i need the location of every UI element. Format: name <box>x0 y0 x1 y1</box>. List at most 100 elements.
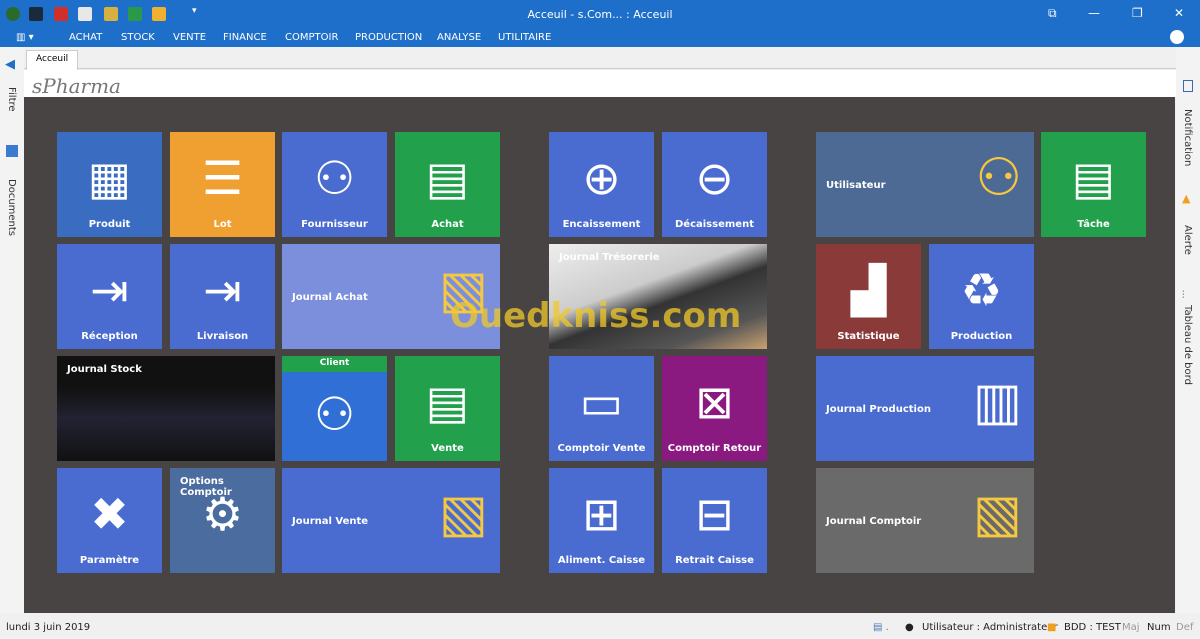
tile-vente[interactable]: ▤ Vente <box>395 356 500 461</box>
menu-comptoir[interactable]: COMPTOIR <box>285 32 338 43</box>
dashboard-icon[interactable]: ⫶ <box>1182 290 1185 301</box>
right-panel: Notification ▲ Alerte ⫶ Tableau de bord <box>1176 47 1200 613</box>
menu-bar: ▥ ▾ ACHAT STOCK VENTE FINANCE COMPTOIR P… <box>0 29 1200 47</box>
tile-statistique[interactable]: ▟ Statistique <box>816 244 921 349</box>
panel-tableau-de-bord[interactable]: Tableau de bord <box>1182 305 1193 385</box>
panel-alerte[interactable]: Alerte <box>1182 225 1193 255</box>
notification-icon[interactable] <box>1183 80 1193 92</box>
tile-icon: ▧ <box>438 484 488 545</box>
tile-client[interactable]: Client ⚇ <box>282 356 387 461</box>
tile-label: Comptoir Retour <box>667 443 762 454</box>
status-db: BDD : TEST <box>1064 622 1121 633</box>
tile-label: Encaissement <box>562 219 641 230</box>
window-close-icon[interactable]: ✕ <box>1174 6 1184 20</box>
title-bar: ▾ Acceuil - s.Com... : Acceuil ⧉ — ❐ ✕ <box>0 0 1200 29</box>
tile-icon: ▟ <box>850 263 887 318</box>
tile-journal-stock[interactable]: Journal Stock <box>57 356 275 461</box>
tile-label: Achat <box>431 219 464 230</box>
layout-menu-icon[interactable]: ▥ ▾ <box>16 32 34 43</box>
tile-label: Production <box>950 331 1013 342</box>
menu-achat[interactable]: ACHAT <box>69 32 102 43</box>
alert-icon[interactable]: ▲ <box>1182 192 1190 205</box>
tile-fournisseur[interactable]: ⚇ Fournisseur <box>282 132 387 237</box>
tile-icon: ▤ <box>1071 151 1116 206</box>
messages-icon[interactable]: ▤ . <box>873 622 889 633</box>
left-panel: ◀ Filtre Documents <box>0 47 24 613</box>
tile-label: Aliment. Caisse <box>557 555 646 566</box>
window-title: Acceuil - s.Com... : Acceuil <box>527 8 673 21</box>
tile-comptoir-retour[interactable]: ⊠ Comptoir Retour <box>662 356 767 461</box>
tile-journal-trésorerie[interactable]: Journal Trésorerie <box>549 244 767 349</box>
tile-journal-vente[interactable]: ▧ Journal Vente <box>282 468 500 573</box>
tile-lot[interactable]: ☰ Lot <box>170 132 275 237</box>
restore-ribbon-icon[interactable]: ⧉ <box>1048 6 1057 21</box>
tile-label: Utilisateur <box>826 180 886 191</box>
tile-icon: ▤ <box>425 375 470 430</box>
menu-finance[interactable]: FINANCE <box>223 32 267 43</box>
menu-stock[interactable]: STOCK <box>121 32 155 43</box>
tile-réception[interactable]: ⇥ Réception <box>57 244 162 349</box>
tile-journal-achat[interactable]: ▧ Journal Achat <box>282 244 500 349</box>
tile-label: Tâche <box>1077 219 1110 230</box>
status-date: lundi 3 juin 2019 <box>6 622 91 633</box>
panel-filtre[interactable]: Filtre <box>6 87 17 112</box>
filter-icon[interactable]: ◀ <box>5 57 15 72</box>
tile-icon: ⇥ <box>90 263 129 318</box>
menu-utilitaire[interactable]: UTILITAIRE <box>498 32 551 43</box>
maximize-icon[interactable]: ❐ <box>1132 6 1143 20</box>
tab-acceuil[interactable]: Acceuil <box>26 50 79 70</box>
tile-utilisateur[interactable]: ⚇ Utilisateur <box>816 132 1034 237</box>
tile-icon: ⇥ <box>203 263 242 318</box>
panel-notification[interactable]: Notification <box>1182 109 1193 166</box>
panel-documents[interactable]: Documents <box>6 179 17 236</box>
tile-production[interactable]: ♻ Production <box>929 244 1034 349</box>
tile-journal-comptoir[interactable]: ▧ Journal Comptoir <box>816 468 1034 573</box>
menu-production[interactable]: PRODUCTION <box>355 32 422 43</box>
tile-label: Journal Stock <box>67 364 142 375</box>
tile-icon: ☰ <box>201 151 244 206</box>
user-icon: ● <box>905 622 914 633</box>
tile-achat[interactable]: ▤ Achat <box>395 132 500 237</box>
status-bar: lundi 3 juin 2019 ▤ . ● Utilisateur : Ad… <box>0 613 1200 639</box>
tile-icon: ♻ <box>960 263 1003 318</box>
tile-label: Fournisseur <box>301 219 368 230</box>
tile-produit[interactable]: ▦ Produit <box>57 132 162 237</box>
tile-label: Réception <box>81 331 138 342</box>
user-avatar[interactable] <box>1170 30 1184 44</box>
tile-label: Décaissement <box>675 219 754 230</box>
status-maj: Maj <box>1122 622 1140 633</box>
tile-icon: ⊟ <box>695 487 734 542</box>
tile-icon: ✖ <box>90 487 129 542</box>
tile-label: Journal Trésorerie <box>559 252 660 263</box>
tile-label: Options Comptoir <box>180 476 232 498</box>
tile-livraison[interactable]: ⇥ Livraison <box>170 244 275 349</box>
menu-analyse[interactable]: ANALYSE <box>437 32 481 43</box>
status-num: Num <box>1147 622 1171 633</box>
documents-icon[interactable] <box>6 145 18 157</box>
tile-paramètre[interactable]: ✖ Paramètre <box>57 468 162 573</box>
tile-retrait-caisse[interactable]: ⊟ Retrait Caisse <box>662 468 767 573</box>
status-def: Def <box>1176 622 1194 633</box>
tile-comptoir-vente[interactable]: ▭ Comptoir Vente <box>549 356 654 461</box>
tile-label: Livraison <box>196 331 249 342</box>
tile-options-comptoir[interactable]: ⚙ Options Comptoir <box>170 468 275 573</box>
minimize-icon[interactable]: — <box>1088 6 1100 20</box>
tile-label: Lot <box>213 219 232 230</box>
brand-title: sPharma <box>24 70 1176 98</box>
tile-tâche[interactable]: ▤ Tâche <box>1041 132 1146 237</box>
tile-label: Retrait Caisse <box>675 555 754 566</box>
tile-aliment-caisse[interactable]: ⊞ Aliment. Caisse <box>549 468 654 573</box>
tile-icon: ⚇ <box>975 148 1022 209</box>
menu-vente[interactable]: VENTE <box>173 32 206 43</box>
tile-journal-production[interactable]: ▥ Journal Production <box>816 356 1034 461</box>
tile-icon: ⊞ <box>582 487 621 542</box>
client-icon: ⚇ <box>313 386 356 441</box>
tile-icon: ▦ <box>87 151 132 206</box>
tile-label: Journal Comptoir <box>826 516 922 527</box>
tab-strip: Acceuil <box>24 47 1176 70</box>
tile-label: Produit <box>88 219 131 230</box>
tile-encaissement[interactable]: ⊕ Encaissement <box>549 132 654 237</box>
tile-décaissement[interactable]: ⊖ Décaissement <box>662 132 767 237</box>
tile-label: Vente <box>431 443 464 454</box>
database-icon: ■ <box>1047 622 1057 633</box>
